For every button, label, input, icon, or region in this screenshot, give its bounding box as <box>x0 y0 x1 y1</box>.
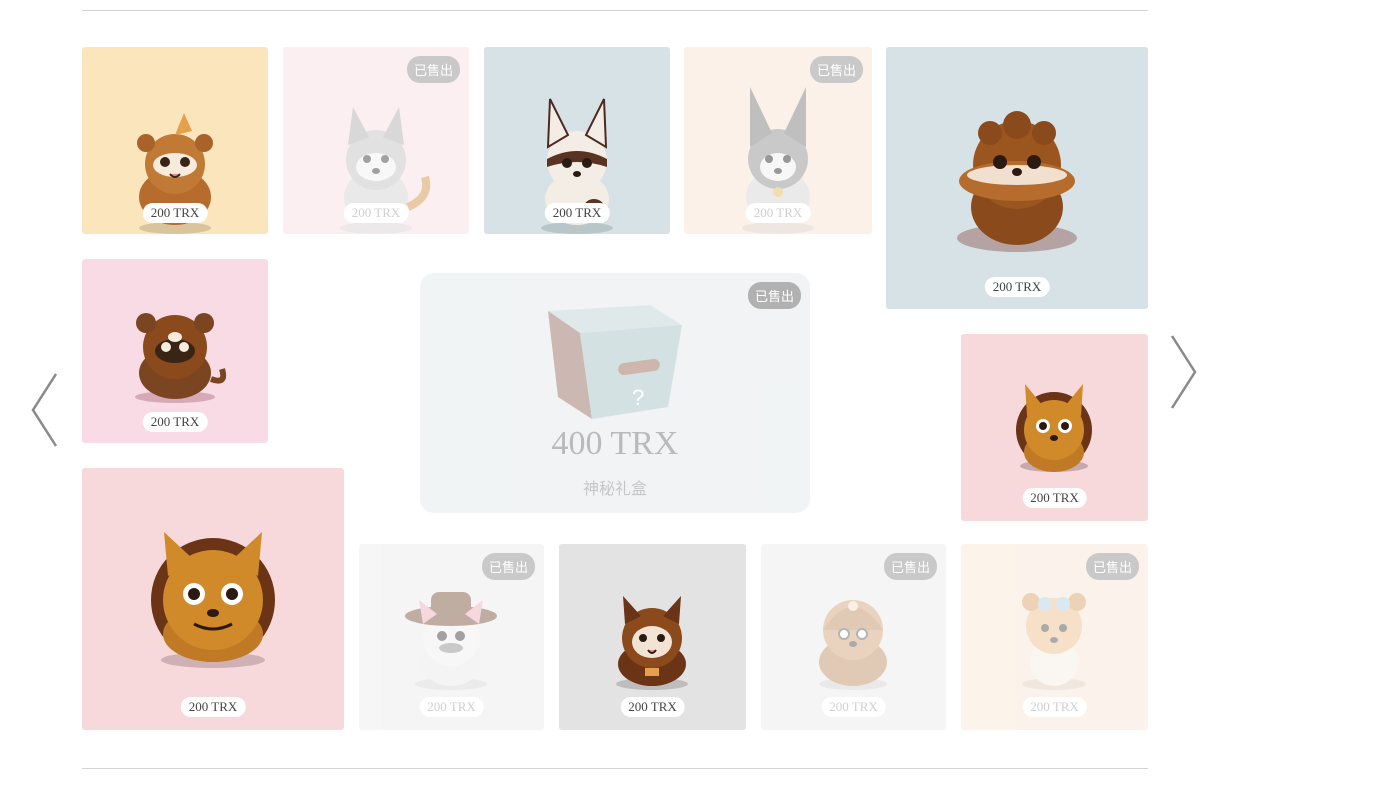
pet-card[interactable]: 已售出 200 TRX <box>359 544 544 730</box>
pet-image <box>886 47 1148 309</box>
sold-badge: 已售出 <box>809 56 863 83</box>
mystery-box-image: ? <box>540 301 690 431</box>
pet-card[interactable]: 200 TRX <box>82 468 344 730</box>
sold-badge: 已售出 <box>1085 553 1139 580</box>
pet-card[interactable]: 200 TRX <box>559 544 746 730</box>
pet-card[interactable]: 200 TRX <box>886 47 1148 309</box>
mystery-box-card[interactable]: ? 已售出 400 TRX 神秘礼盒 <box>420 273 810 513</box>
sold-badge: 已售出 <box>883 553 937 580</box>
price-tag: 200 TRX <box>142 203 208 223</box>
price-tag: 200 TRX <box>180 697 246 717</box>
sold-badge: 已售出 <box>747 282 801 309</box>
mystery-box-label: 神秘礼盒 <box>582 479 647 498</box>
price-tag: 200 TRX <box>745 203 811 223</box>
pet-card[interactable]: 200 TRX <box>82 259 268 443</box>
pet-card[interactable]: 200 TRX <box>484 47 670 234</box>
pet-card[interactable]: 200 TRX <box>82 47 268 234</box>
price-tag: 200 TRX <box>1022 488 1087 508</box>
price-tag: 200 TRX <box>984 277 1050 297</box>
sold-badge: 已售出 <box>481 553 535 580</box>
bottom-divider <box>82 768 1148 769</box>
top-divider <box>82 10 1148 11</box>
price-tag: 200 TRX <box>343 203 409 223</box>
pet-card[interactable]: 已售出 200 TRX <box>283 47 469 234</box>
price-tag: 200 TRX <box>544 203 610 223</box>
pet-card[interactable]: 已售出 200 TRX <box>761 544 946 730</box>
mystery-box-price: 400 TRX <box>551 425 679 462</box>
chevron-right-icon <box>1170 335 1197 409</box>
price-tag: 200 TRX <box>620 697 685 717</box>
svg-text:?: ? <box>632 385 644 410</box>
prev-button[interactable] <box>26 370 66 450</box>
price-tag: 200 TRX <box>821 697 886 717</box>
price-tag: 200 TRX <box>142 412 208 432</box>
price-tag: 200 TRX <box>419 697 484 717</box>
sold-badge: 已售出 <box>406 56 460 83</box>
chevron-left-icon <box>31 373 58 447</box>
price-tag: 200 TRX <box>1022 697 1087 717</box>
pet-card[interactable]: 已售出 200 TRX <box>684 47 872 234</box>
pet-card[interactable]: 已售出 200 TRX <box>961 544 1148 730</box>
pet-card[interactable]: 200 TRX <box>961 334 1148 521</box>
next-button[interactable] <box>1164 332 1204 412</box>
pet-image <box>82 468 344 730</box>
